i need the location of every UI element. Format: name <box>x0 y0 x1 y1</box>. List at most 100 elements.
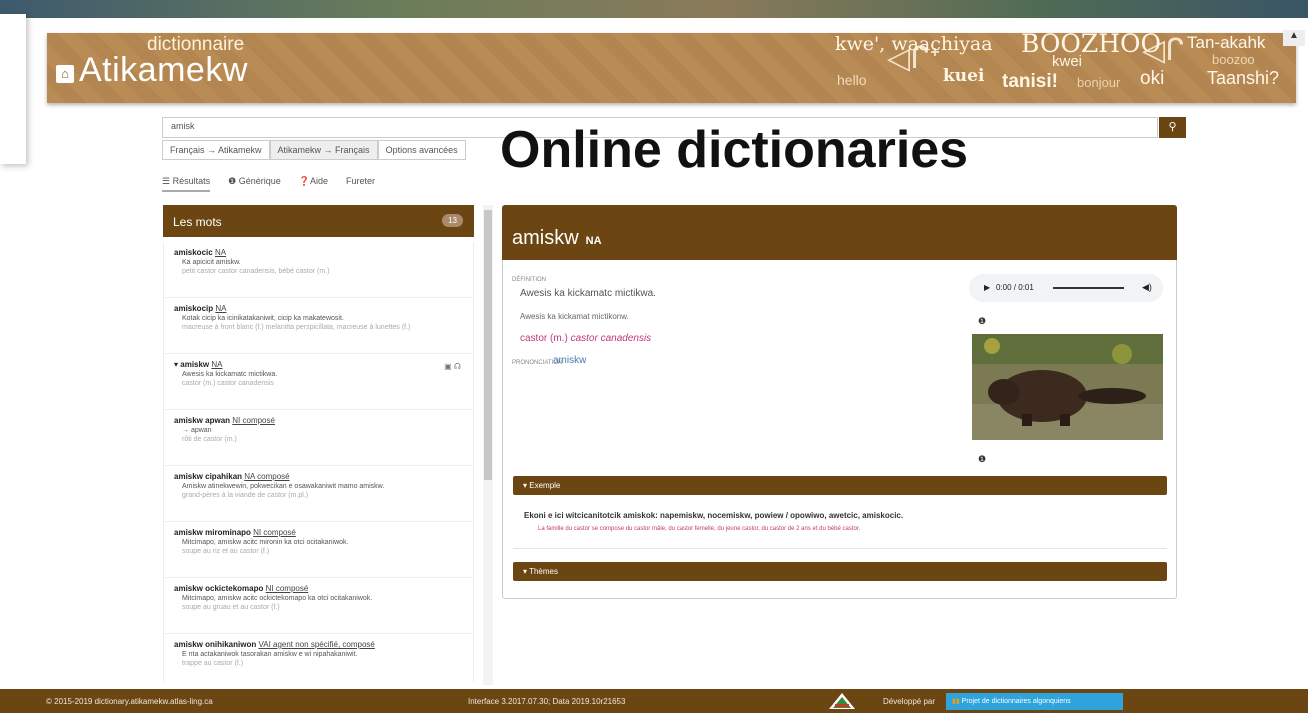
list-item-category[interactable]: NA <box>215 304 226 313</box>
list-item-category[interactable]: NI composé <box>253 528 296 537</box>
play-icon[interactable]: ▶ <box>984 283 990 292</box>
list-item[interactable]: amiskw mirominapo NI composé Mitcimapo, a… <box>164 522 473 578</box>
list-item-word: amiskocic <box>174 248 213 257</box>
project-icon: ▮▮ <box>952 698 962 705</box>
audio-player: ▶ 0:00 / 0:01 ◀) <box>969 274 1163 302</box>
subtab-generic-label: Générique <box>238 176 281 186</box>
subtab-help-label: Aide <box>309 176 328 186</box>
image-info-icon[interactable]: ❶ <box>978 454 986 465</box>
list-item-category[interactable]: NA <box>211 360 222 369</box>
footer-version: Interface 3.2017.07.30; Data 2019.10r216… <box>468 697 626 706</box>
greeting-text: bonjour <box>1077 75 1121 90</box>
home-icon[interactable]: ⌂ <box>56 65 74 83</box>
list-item[interactable]: amiskocip NA Kotak cicip ka icinikatakani… <box>164 298 473 354</box>
list-item-definition: Awesis ka kickamatc mictikwa. <box>182 371 278 378</box>
entry-header: amiskw NA <box>502 205 1177 260</box>
subtab-browse[interactable]: Fureter <box>346 176 375 192</box>
list-item-title: amiskw mirominapo NI composé <box>174 528 463 537</box>
list-item[interactable]: ▾ amiskw NA Awesis ka kickamatc mictikwa.… <box>164 354 473 410</box>
help-icon: ❓ <box>298 176 310 186</box>
example-section-toggle[interactable]: ▾ Exemple <box>513 476 1167 495</box>
audio-time: 0:00 / 0:01 <box>996 283 1034 292</box>
list-item-word: amiskw ockictekomapo <box>174 584 264 593</box>
subtab-results[interactable]: ☰ Résultats <box>162 176 211 192</box>
list-scrollbar-thumb[interactable] <box>484 210 492 480</box>
list-item-category[interactable]: NA <box>215 248 226 257</box>
list-item-translation: soupe au riz et au castor (f.) <box>182 548 270 555</box>
scroll-up-arrow-icon[interactable]: ▲ <box>1283 30 1305 46</box>
list-item-title: amiskw ockictekomapo NI composé <box>174 584 463 593</box>
word-list-title: Les mots <box>173 215 222 229</box>
list-item-definition: Kotak cicip ka icinikatakaniwit, cicip k… <box>182 315 344 322</box>
translation-main: castor (m.) <box>520 333 568 344</box>
direction-tabs: Français → Atikamekw Atikamekw → Françai… <box>162 140 466 160</box>
list-item-word: amiskw <box>180 360 210 369</box>
volume-icon[interactable]: ◀) <box>1142 282 1152 293</box>
greeting-text: oki <box>1140 68 1165 89</box>
word-list-header: Les mots 13 <box>163 205 474 237</box>
list-item-word: amiskw mirominapo <box>174 528 251 537</box>
pronunciation-link[interactable]: amiskw <box>553 355 586 366</box>
list-item-category[interactable]: NI composé <box>266 584 309 593</box>
list-item[interactable]: amiskw cipahikan NA composé Amiskw atinek… <box>164 466 473 522</box>
translation-text: castor (m.) castor canadensis <box>520 333 651 344</box>
subtab-help[interactable]: ❓Aide <box>299 176 328 192</box>
entry-word: amiskw <box>512 227 579 249</box>
list-item[interactable]: amiskocic NA Ka apicicit amiskw. petit cas… <box>164 242 473 298</box>
greeting-text: BOOZHOO <box>1021 33 1161 58</box>
word-list: amiskocic NA Ka apicicit amiskw. petit cas… <box>163 242 474 682</box>
subtab-results-label: Résultats <box>172 176 211 186</box>
list-item-title: amiskw apwan NI composé <box>174 416 463 425</box>
list-item-title: amiskw cipahikan NA composé <box>174 472 463 481</box>
list-item-title: amiskw onihikaniwon VAI agent non spécif… <box>174 640 463 649</box>
greeting-text: tanisi! <box>1002 71 1058 92</box>
image-audio-icon: ▣ ☊ <box>444 362 461 371</box>
tab-atikamekw-to-fr[interactable]: Atikamekw → Français <box>269 140 378 160</box>
list-item-definition: E nta actakaniwok tasorakan amiskw e wi … <box>182 651 358 658</box>
list-item[interactable]: amiskw onihikaniwon VAI agent non spécif… <box>164 634 473 682</box>
list-item[interactable]: amiskw apwan NI composé → apwan rôti de ca… <box>164 410 473 466</box>
list-item-word: amiskocip <box>174 304 214 313</box>
greeting-text: kwei <box>1052 53 1083 70</box>
definition-text: Awesis ka kickamatc mictikwa. <box>520 288 656 299</box>
background-photo-strip <box>0 0 1308 18</box>
slide-overlay-title: Online dictionaries <box>500 121 969 179</box>
search-icon[interactable]: ⚲ <box>1159 117 1186 138</box>
list-item-definition: Ka apicicit amiskw. <box>182 259 241 266</box>
atlas-logo-icon[interactable] <box>829 693 855 709</box>
result-subtabs: ☰ Résultats ❶ Générique ❓Aide Fureter <box>162 176 375 192</box>
tab-fr-to-atikamekw[interactable]: Français → Atikamekw <box>162 140 270 160</box>
project-button[interactable]: ▮▮ Projet de dictionnaires algonquiens <box>946 693 1123 710</box>
list-item-category[interactable]: NA composé <box>244 472 289 481</box>
beaver-image <box>972 334 1163 440</box>
entry-category: NA <box>585 235 602 247</box>
greeting-text: Tan-akahk <box>1187 33 1266 52</box>
list-item-title: ▾ amiskw NA <box>174 360 463 369</box>
project-button-label: Projet de dictionnaires algonquiens <box>961 698 1071 705</box>
word-count-badge: 13 <box>442 214 463 227</box>
header-banner: ⌂ dictionnaire Atikamekw ◁ᒋᐩ ◁ᒋ kwe', wa… <box>47 33 1296 103</box>
list-item-translation: macreuse à front blanc (f.) melanitta pe… <box>182 324 411 331</box>
list-item-definition: → apwan <box>182 427 212 434</box>
tab-advanced-options[interactable]: Options avancées <box>377 140 466 160</box>
themes-section-toggle[interactable]: ▾ Thèmes <box>513 562 1167 581</box>
audio-info-icon[interactable]: ❶ <box>978 316 986 327</box>
list-icon: ☰ <box>162 176 173 186</box>
greeting-text: boozoo <box>1212 52 1255 67</box>
list-item-category[interactable]: VAI agent non spécifié, composé <box>258 640 374 649</box>
greeting-text: hello <box>837 72 867 88</box>
definition-label: DÉFINITION <box>512 277 546 283</box>
list-item-translation: petit castor castor canadensis, bébé cas… <box>182 268 330 275</box>
footer-developed-by: Développé par <box>883 697 936 706</box>
list-item-definition: Mitcimapo, amiskw acitc ockictekomapo ka… <box>182 595 373 602</box>
list-item-word: amiskw onihikaniwon <box>174 640 257 649</box>
brand-title[interactable]: Atikamekw <box>79 51 248 90</box>
list-item-category[interactable]: NI composé <box>232 416 275 425</box>
audio-progress-bar[interactable] <box>1053 287 1124 289</box>
translation-latin: castor canadensis <box>570 333 652 344</box>
subtab-generic[interactable]: ❶ Générique <box>228 176 281 192</box>
footer: © 2015-2019 dictionary.atikamekw.atlas-l… <box>0 689 1308 713</box>
list-item[interactable]: amiskw ockictekomapo NI composé Mitcimapo… <box>164 578 473 634</box>
divider <box>513 548 1167 549</box>
list-item-word: amiskw cipahikan <box>174 472 243 481</box>
